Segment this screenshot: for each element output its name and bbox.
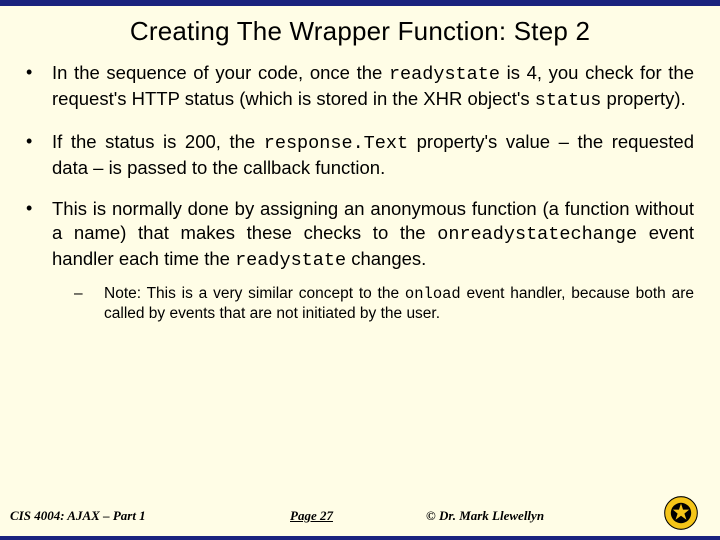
ucf-logo-icon (664, 496, 698, 530)
slide-content: In the sequence of your code, once the r… (0, 61, 720, 325)
slide: Creating The Wrapper Function: Step 2 In… (0, 0, 720, 540)
bullet-list: In the sequence of your code, once the r… (22, 61, 694, 325)
b1-text-c: property). (601, 88, 685, 109)
b3-code-2: readystate (235, 250, 346, 271)
bullet-3: This is normally done by assigning an an… (22, 197, 694, 325)
b1-code-2: status (535, 90, 602, 111)
slide-title: Creating The Wrapper Function: Step 2 (0, 16, 720, 47)
footer-course: CIS 4004: AJAX – Part 1 (10, 508, 146, 524)
b1-text-a: In the sequence of your code, once the (52, 62, 389, 83)
sub-bullet-1: Note: This is a very similar concept to … (52, 284, 694, 325)
bullet-2: If the status is 200, the response.Text … (22, 130, 694, 181)
b3-text-c: changes. (346, 248, 426, 269)
b2-code-1: response.Text (264, 133, 408, 154)
footer-author: © Dr. Mark Llewellyn (426, 508, 544, 524)
b3-code-1: onreadystatechange (437, 224, 637, 245)
b1-code-1: readystate (389, 64, 500, 85)
sub1-code-1: onload (405, 285, 461, 303)
footer-page: Page 27 (290, 508, 333, 524)
sub-bullet-list: Note: This is a very similar concept to … (52, 284, 694, 325)
b2-text-a: If the status is 200, the (52, 131, 264, 152)
bullet-1: In the sequence of your code, once the r… (22, 61, 694, 114)
sub1-text-a: Note: This is a very similar concept to … (104, 285, 405, 302)
footer: CIS 4004: AJAX – Part 1 Page 27 © Dr. Ma… (0, 502, 720, 530)
